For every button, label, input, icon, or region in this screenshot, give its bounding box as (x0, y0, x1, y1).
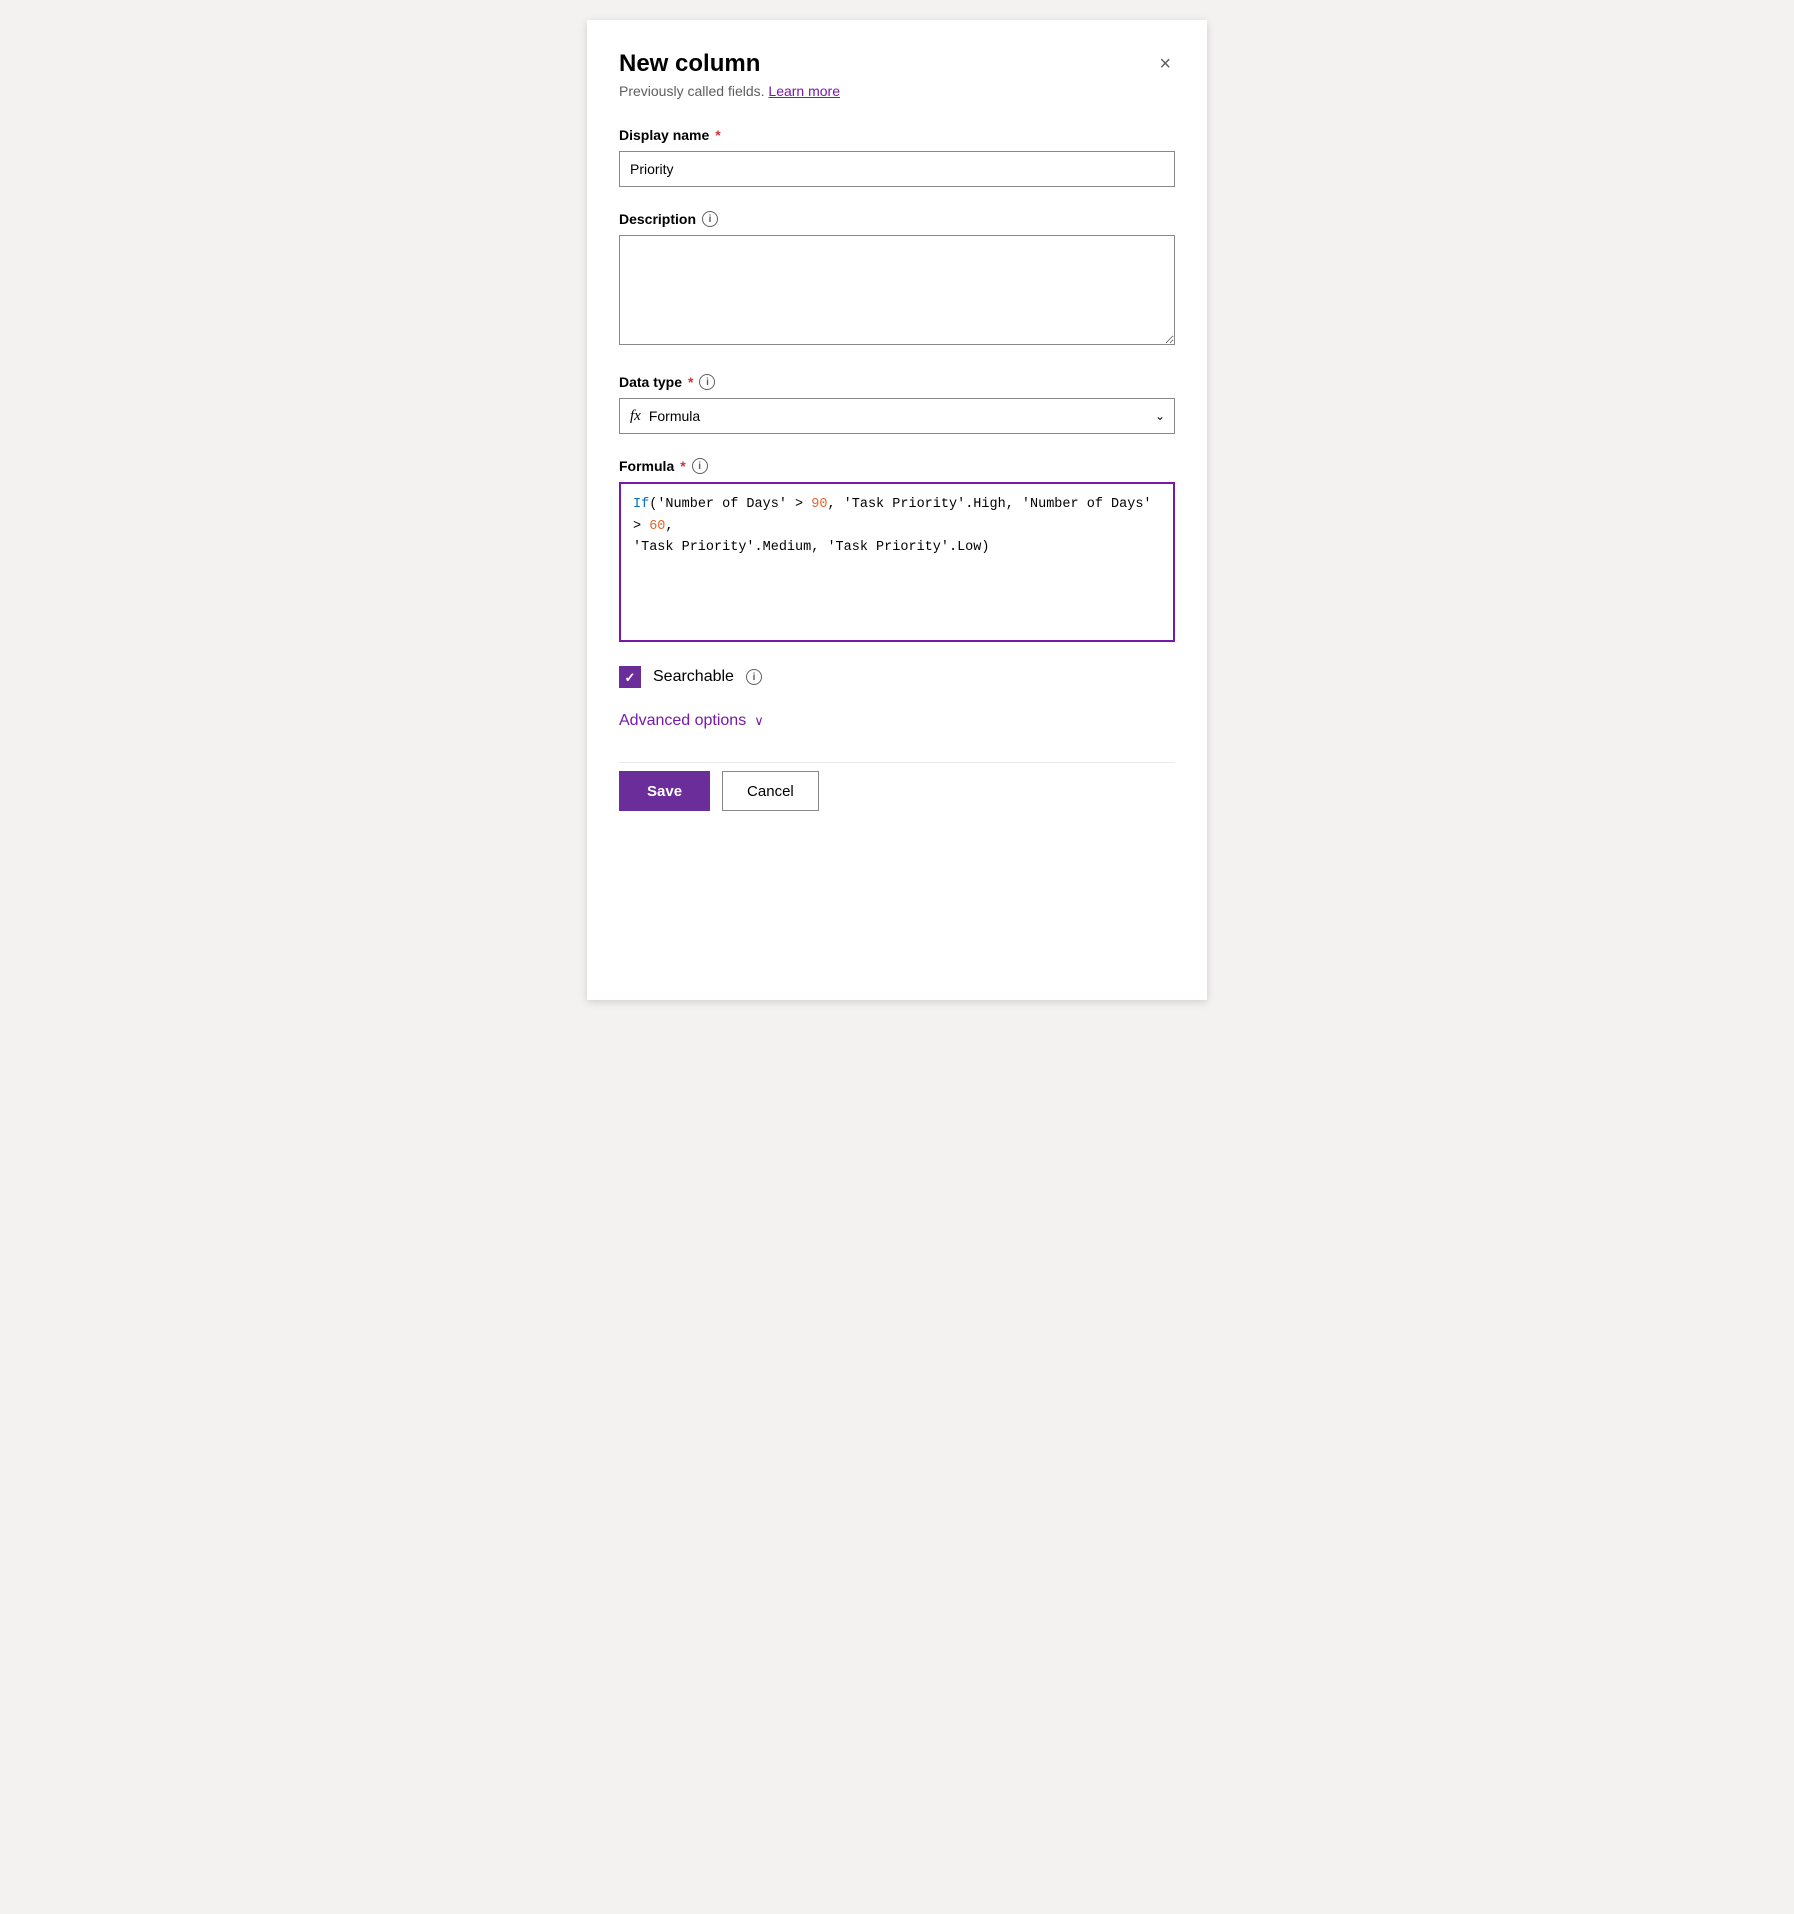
description-label: Description i (619, 211, 1175, 227)
panel-subtitle: Previously called fields. Learn more (619, 83, 1175, 99)
learn-more-link[interactable]: Learn more (768, 83, 840, 99)
advanced-options-chevron-icon: ∨ (754, 713, 764, 729)
searchable-checkbox[interactable]: ✓ (619, 666, 641, 688)
formula-info-icon: i (692, 458, 708, 474)
advanced-options-row[interactable]: Advanced options ∨ (619, 712, 1175, 730)
cancel-button[interactable]: Cancel (722, 771, 819, 811)
footer-actions: Save Cancel (619, 762, 1175, 811)
formula-input[interactable]: If('Number of Days' > 90, 'Task Priority… (619, 482, 1175, 642)
data-type-label: Data type * i (619, 374, 1175, 390)
display-name-label: Display name * (619, 127, 1175, 143)
data-type-chevron-icon: ⌄ (1155, 409, 1165, 423)
description-input[interactable] (619, 235, 1175, 345)
save-button[interactable]: Save (619, 771, 710, 811)
fx-icon: fx (630, 408, 641, 425)
data-type-info-icon: i (699, 374, 715, 390)
searchable-label: Searchable (653, 668, 734, 686)
new-column-panel: New column × Previously called fields. L… (587, 20, 1207, 1000)
display-name-required: * (715, 127, 720, 143)
panel-header: New column × (619, 48, 1175, 79)
formula-field-group: Formula * i If('Number of Days' > 90, 'T… (619, 458, 1175, 642)
display-name-input[interactable] (619, 151, 1175, 187)
searchable-row: ✓ Searchable i (619, 666, 1175, 688)
description-info-icon: i (702, 211, 718, 227)
data-type-value: Formula (649, 408, 700, 424)
close-button[interactable]: × (1155, 50, 1175, 78)
advanced-options-label: Advanced options (619, 712, 746, 730)
panel-title: New column (619, 48, 760, 79)
data-type-field-group: Data type * i fx Formula ⌄ (619, 374, 1175, 434)
display-name-field-group: Display name * (619, 127, 1175, 187)
description-field-group: Description i (619, 211, 1175, 350)
formula-required: * (680, 458, 685, 474)
data-type-select-wrapper: fx Formula ⌄ (619, 398, 1175, 434)
formula-label: Formula * i (619, 458, 1175, 474)
checkbox-check-icon: ✓ (625, 671, 636, 684)
searchable-info-icon: i (746, 669, 762, 685)
data-type-select[interactable]: fx Formula ⌄ (619, 398, 1175, 434)
data-type-required: * (688, 374, 693, 390)
